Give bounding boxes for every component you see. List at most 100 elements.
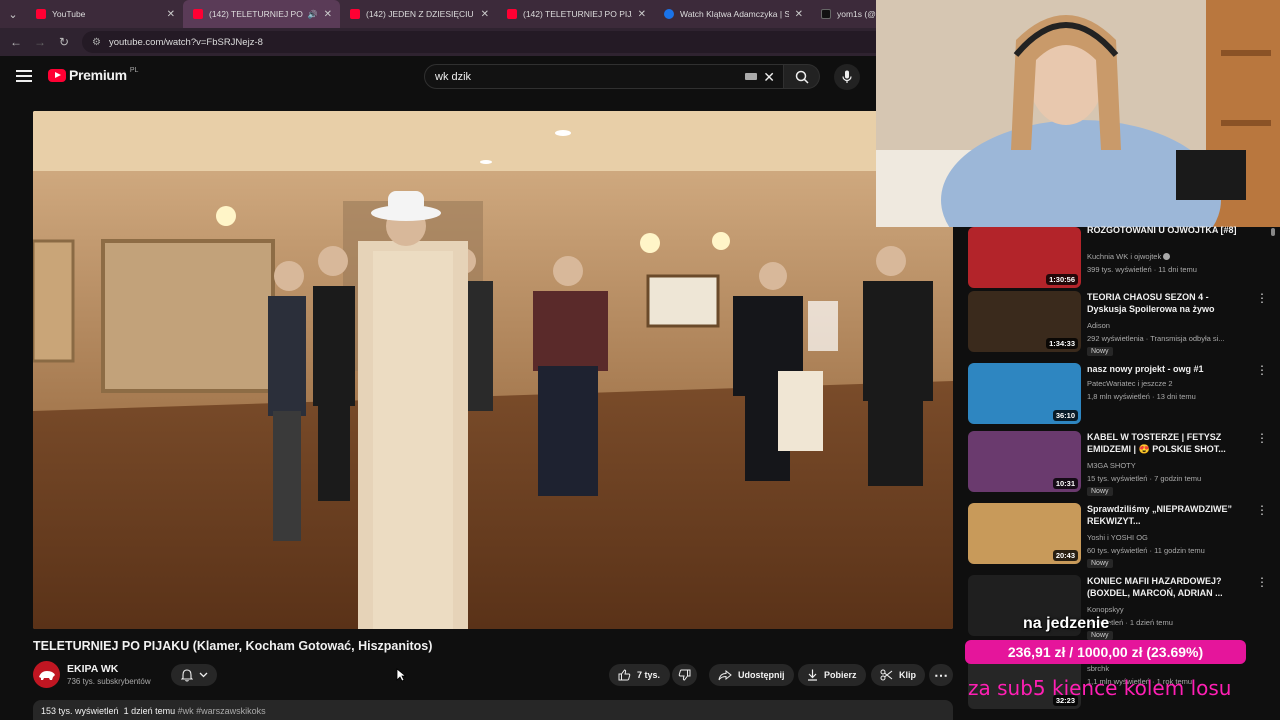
recommendation-meta: 60 tys. wyświetleń · 11 godzin temu: [1087, 546, 1205, 555]
new-badge: Nowy: [1087, 487, 1113, 496]
tab-title: (142) JEDEN Z DZIESIĘCIU INFLU: [366, 9, 475, 19]
recommendation-item[interactable]: KONIEC MAFII HAZARDOWEJ? (BOXDEL, MARCOŃ…: [968, 575, 1268, 640]
share-button[interactable]: Udostępnij: [709, 664, 794, 686]
audio-playing-icon[interactable]: 🔊: [308, 10, 318, 19]
more-horizontal-icon: ⋯: [934, 666, 948, 683]
search-value: wk dzik: [435, 70, 472, 83]
webcam-frame: [876, 0, 1280, 227]
youtube-logo[interactable]: Premium PL: [48, 67, 138, 83]
recommendation-channel[interactable]: Adison: [1087, 321, 1110, 330]
recommendation-title[interactable]: TEORIA CHAOSU SEZON 4 - Dyskusja Spoiler…: [1087, 292, 1245, 315]
clear-search-icon[interactable]: ✕: [763, 69, 775, 86]
recommendation-item[interactable]: 1:34:33 TEORIA CHAOSU SEZON 4 - Dyskusja…: [968, 291, 1268, 356]
close-tab-icon[interactable]: ✕: [167, 9, 175, 20]
tab-title: (142) TELETURNIEJ PO PIJAKU: [209, 9, 304, 19]
more-vertical-icon[interactable]: ⋮: [1256, 503, 1268, 517]
video-thumbnail[interactable]: 36:10: [968, 363, 1081, 424]
more-vertical-icon[interactable]: ⋮: [1256, 431, 1268, 445]
channel-name[interactable]: EKIPA WK: [67, 663, 151, 675]
tab-search-chevron-icon[interactable]: ⌄: [0, 0, 26, 28]
search-input[interactable]: wk dzik ✕: [424, 64, 784, 89]
back-arrow-icon[interactable]: ←: [4, 35, 28, 49]
video-player[interactable]: [33, 111, 953, 629]
share-icon: [718, 669, 732, 680]
video-thumbnail[interactable]: 1:34:33: [968, 291, 1081, 352]
reload-icon[interactable]: ↻: [52, 35, 76, 49]
browser-tab[interactable]: Watch Klątwa Adamczyka | Stre ✕: [654, 0, 811, 28]
like-button[interactable]: 7 tys.: [609, 664, 671, 686]
recommendation-item[interactable]: 10:31 KABEL W TOSTERZE | FETYSZ EMIDZEMI…: [968, 431, 1268, 496]
youtube-icon: [350, 9, 360, 19]
download-icon: [808, 669, 817, 681]
channel-block: EKIPA WK 736 tys. subskrybentów: [33, 661, 151, 688]
clip-button[interactable]: Klip: [871, 664, 925, 686]
view-count: 153 tys. wyświetleń: [41, 706, 119, 716]
browser-tab-active[interactable]: (142) TELETURNIEJ PO PIJAKU 🔊 ✕: [183, 0, 340, 28]
download-button[interactable]: Pobierz: [798, 664, 866, 686]
keyboard-icon[interactable]: [745, 73, 757, 80]
recommendation-channel[interactable]: sbrchk: [1087, 664, 1109, 673]
description-box[interactable]: 153 tys. wyświetleń 1 dzień temu #wk #wa…: [33, 700, 953, 720]
video-duration: 20:43: [1052, 550, 1078, 561]
tab-title: Watch Klątwa Adamczyka | Stre: [680, 9, 789, 19]
recommendation-meta: 399 tys. wyświetleń · 11 dni temu: [1087, 265, 1197, 274]
dislike-button[interactable]: [672, 664, 697, 686]
recommendation-item[interactable]: 36:10 nasz nowy projekt - owg #1 PatecWa…: [968, 363, 1268, 427]
recommendation-title[interactable]: KABEL W TOSTERZE | FETYSZ EMIDZEMI | 😍 P…: [1087, 432, 1245, 455]
recommendation-channel[interactable]: Konopskyy: [1087, 605, 1124, 614]
close-tab-icon[interactable]: ✕: [324, 9, 332, 20]
more-vertical-icon[interactable]: ⋮: [1256, 363, 1268, 377]
recommendation-title[interactable]: Sprawdziliśmy „NIEPRAWDZIWE” REKWIZYT...: [1087, 504, 1245, 527]
tiktok-icon: [821, 9, 831, 19]
browser-tab[interactable]: (142) TELETURNIEJ PO PIJAKU ( ✕: [497, 0, 654, 28]
clip-label: Klip: [899, 670, 916, 680]
recommendation-channel[interactable]: M3GA SHOTY: [1087, 461, 1136, 470]
thumbs-up-icon: [618, 669, 631, 681]
tab-title: (142) TELETURNIEJ PO PIJAKU (: [523, 9, 632, 19]
recommendation-title[interactable]: ROZGOTOWANI U OJWOJTKA [#8]: [1087, 225, 1245, 237]
close-tab-icon[interactable]: ✕: [795, 9, 803, 20]
recommendation-title[interactable]: nasz nowy projekt - owg #1: [1087, 364, 1245, 376]
forward-arrow-icon[interactable]: →: [28, 35, 52, 49]
microphone-icon: [842, 70, 852, 83]
logo-text: Premium: [69, 67, 127, 83]
publish-date: 1 dzień temu: [123, 706, 176, 716]
url-field[interactable]: ⚙ youtube.com/watch?v=FbSRJNejz-8: [82, 31, 912, 53]
subscription-bell-button[interactable]: [171, 664, 217, 686]
recommendation-meta: 292 wyświetlenia · Transmisja odbyła si.…: [1087, 334, 1225, 343]
close-tab-icon[interactable]: ✕: [481, 9, 489, 20]
video-duration: 1:30:56: [1046, 274, 1078, 285]
recommendation-channel[interactable]: Yoshi i YOSHI OG: [1087, 533, 1148, 542]
browser-tab[interactable]: YouTube ✕: [26, 0, 183, 28]
scrollbar-thumb[interactable]: [1271, 228, 1275, 236]
more-vertical-icon[interactable]: ⋮: [1256, 291, 1268, 305]
recommendation-channel[interactable]: PatecWariatec i jeszcze 2: [1087, 379, 1173, 388]
recommendation-title[interactable]: KONIEC MAFII HAZARDOWEJ? (BOXDEL, MARCOŃ…: [1087, 576, 1245, 599]
recommendation-item[interactable]: 20:43 Sprawdziliśmy „NIEPRAWDZIWE” REKWI…: [968, 503, 1268, 568]
search-button[interactable]: [784, 64, 820, 89]
url-text: youtube.com/watch?v=FbSRJNejz-8: [108, 36, 263, 48]
recommendation-meta: 1,8 mln wyświetleń · 13 dni temu: [1087, 392, 1196, 401]
browser-tab[interactable]: (142) JEDEN Z DZIESIĘCIU INFLU ✕: [340, 0, 497, 28]
more-vertical-icon[interactable]: ⋮: [1256, 575, 1268, 589]
video-thumbnail[interactable]: 1:30:56: [968, 227, 1081, 288]
video-thumbnail[interactable]: 20:43: [968, 503, 1081, 564]
scissors-icon: [880, 669, 893, 681]
site-settings-icon[interactable]: ⚙: [92, 37, 101, 48]
hashtags[interactable]: #wk #warszawskikoks: [178, 706, 266, 716]
recommendation-item[interactable]: 1:30:56 ROZGOTOWANI U OJWOJTKA [#8] Kuch…: [968, 225, 1268, 291]
more-actions-button[interactable]: ⋯: [929, 664, 953, 686]
globe-icon: [664, 9, 674, 19]
close-tab-icon[interactable]: ✕: [638, 9, 646, 20]
voice-search-button[interactable]: [834, 64, 860, 90]
stream-subtext: za sub5 kience kolem losu: [968, 676, 1232, 700]
channel-avatar[interactable]: [33, 661, 60, 688]
video-thumbnail[interactable]: 10:31: [968, 431, 1081, 492]
video-title: TELETURNIEJ PO PIJAKU (Klamer, Kocham Go…: [33, 639, 433, 653]
thumbs-down-icon: [678, 669, 691, 681]
youtube-play-icon: [48, 68, 66, 82]
recommendation-channel[interactable]: Kuchnia WK i ojwojtek: [1087, 252, 1171, 261]
stream-goal-label: na jedzenie: [1023, 615, 1110, 632]
download-label: Pobierz: [824, 670, 857, 680]
menu-icon[interactable]: [16, 70, 32, 82]
